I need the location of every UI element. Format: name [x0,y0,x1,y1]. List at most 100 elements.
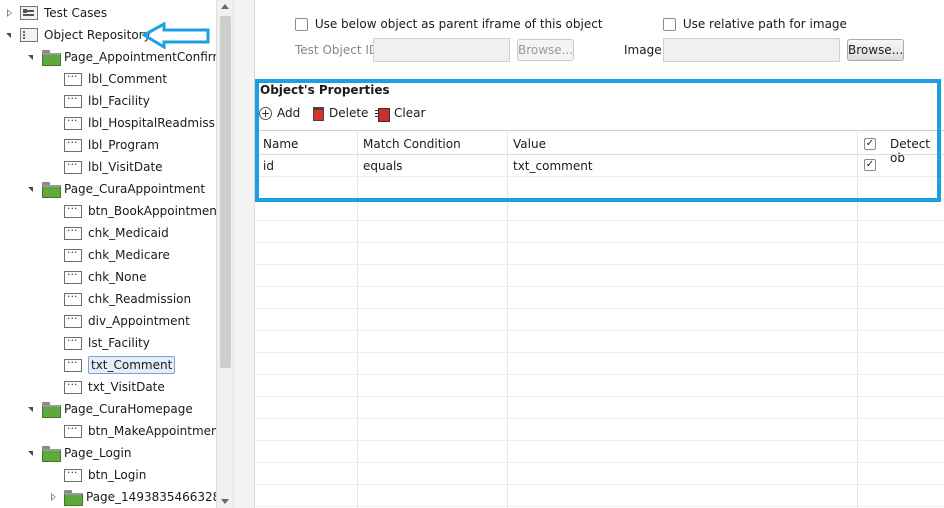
row-divider [255,308,944,309]
tree-item-label: Page_CuraAppointment [64,182,206,196]
expand-open-icon[interactable] [28,178,37,200]
test-object-icon [64,268,82,284]
tree-item[interactable]: btn_Login [50,464,146,486]
test-object-icon [64,334,82,350]
highlight-box [255,79,941,202]
panel-splitter[interactable] [233,0,255,508]
row-divider [255,264,944,265]
relative-path-label: Use relative path for image [682,17,847,31]
row-divider [255,506,944,507]
expand-open-icon[interactable] [28,398,37,420]
image-browse-button[interactable]: Browse... [847,39,904,61]
folder-icon [42,402,61,418]
tree-item[interactable]: lbl_HospitalReadmission [50,112,233,134]
scroll-thumb[interactable] [220,16,231,368]
test-object-icon [64,92,82,108]
test-object-icon [64,378,82,394]
test-object-icon [64,422,82,438]
tree-item-label: chk_None [88,270,147,284]
folder-icon [42,182,61,198]
parent-iframe-checkbox[interactable] [295,18,308,31]
expand-closed-icon[interactable] [6,2,15,24]
tree-item[interactable]: chk_None [50,266,146,288]
tree-item-label: btn_MakeAppointment [88,424,224,438]
test-object-icon [64,136,82,152]
tree-item-label: btn_BookAppointment [88,204,222,218]
tree-item-label: Page_AppointmentConfirm [64,50,225,64]
row-divider [255,462,944,463]
tree-scrollbar[interactable] [216,0,233,508]
row-divider [255,374,944,375]
tree-item[interactable]: chk_Medicare [50,244,170,266]
tree-item[interactable]: btn_MakeAppointment [50,420,223,442]
object-properties-panel: Use below object as parent iframe of thi… [255,0,944,508]
row-divider [255,484,944,485]
tree-item[interactable]: lbl_Program [50,134,159,156]
tree-item[interactable]: Page_Login [28,442,131,464]
folder-icon [42,50,61,66]
tree-item-label: lbl_Comment [88,72,168,86]
tree-item[interactable]: Page_1493835466328 [50,486,220,508]
tree-item[interactable]: lst_Facility [50,332,150,354]
row-divider [255,242,944,243]
test-object-icon [64,246,82,262]
tree-item[interactable]: Page_CuraAppointment [28,178,205,200]
test-object-icon [64,114,82,130]
tree-item-label: chk_Medicaid [88,226,169,240]
tree-item[interactable]: txt_Comment [50,354,176,376]
tree-item[interactable]: btn_BookAppointment [50,200,222,222]
tree-item-label: Object Repository [44,28,151,42]
tree-item-label: lbl_VisitDate [88,160,163,174]
test-object-icon [64,290,82,306]
row-divider [255,418,944,419]
relative-path-option[interactable]: Use relative path for image [663,17,847,31]
tree-item[interactable]: lbl_Facility [50,90,150,112]
row-divider [255,330,944,331]
tree-item[interactable]: chk_Medicaid [50,222,169,244]
folder-icon [42,446,61,462]
tree-item-label: chk_Readmission [88,292,192,306]
tree-item[interactable]: lbl_Comment [50,68,167,90]
test-object-browse-button[interactable]: Browse... [517,39,574,61]
tree-item[interactable]: Object Repository [6,24,151,46]
expand-open-icon[interactable] [28,442,37,464]
folder-icon [64,490,83,506]
image-path-field[interactable] [663,38,840,62]
test-object-id-field[interactable] [373,38,510,62]
tree-item[interactable]: chk_Readmission [50,288,191,310]
row-divider [255,396,944,397]
tree-item-label: Page_Login [64,446,132,460]
tree-item-label: txt_VisitDate [88,380,165,394]
parent-iframe-label: Use below object as parent iframe of thi… [314,17,603,31]
expand-closed-icon[interactable] [50,486,59,508]
row-divider [255,220,944,221]
tree-item[interactable]: txt_VisitDate [50,376,165,398]
test-object-icon [64,202,82,218]
image-label: Image [624,43,662,57]
test-object-icon [64,224,82,240]
test-object-icon [64,466,82,482]
test-object-icon [64,356,82,372]
expand-open-icon[interactable] [28,46,37,68]
tree-item-label: lbl_Facility [88,94,150,108]
tree-item-label: lbl_Program [88,138,159,152]
tree-item[interactable]: Page_CuraHomepage [28,398,193,420]
tree-item[interactable]: lbl_VisitDate [50,156,163,178]
parent-iframe-option[interactable]: Use below object as parent iframe of thi… [295,17,603,31]
tree-item[interactable]: div_Appointment [50,310,190,332]
relative-path-checkbox[interactable] [663,18,676,31]
tree-item-label: Page_CuraHomepage [64,402,193,416]
object-repository-tree: Test Cases Object Repository Page_Appointm… [0,0,233,508]
scroll-down-arrow-icon[interactable] [221,499,229,504]
expand-open-icon[interactable] [6,24,15,46]
test-object-icon [64,312,82,328]
test-cases-icon [20,6,38,20]
tree-item-label: chk_Medicare [88,248,170,262]
repository-icon [20,28,38,42]
tree-item-label: Test Cases [44,6,108,20]
scroll-up-arrow-icon[interactable] [221,4,229,9]
test-object-icon [64,158,82,174]
tree-item-label: txt_Comment [88,356,176,374]
tree-item[interactable]: Test Cases [6,2,107,24]
test-object-icon [64,70,82,86]
